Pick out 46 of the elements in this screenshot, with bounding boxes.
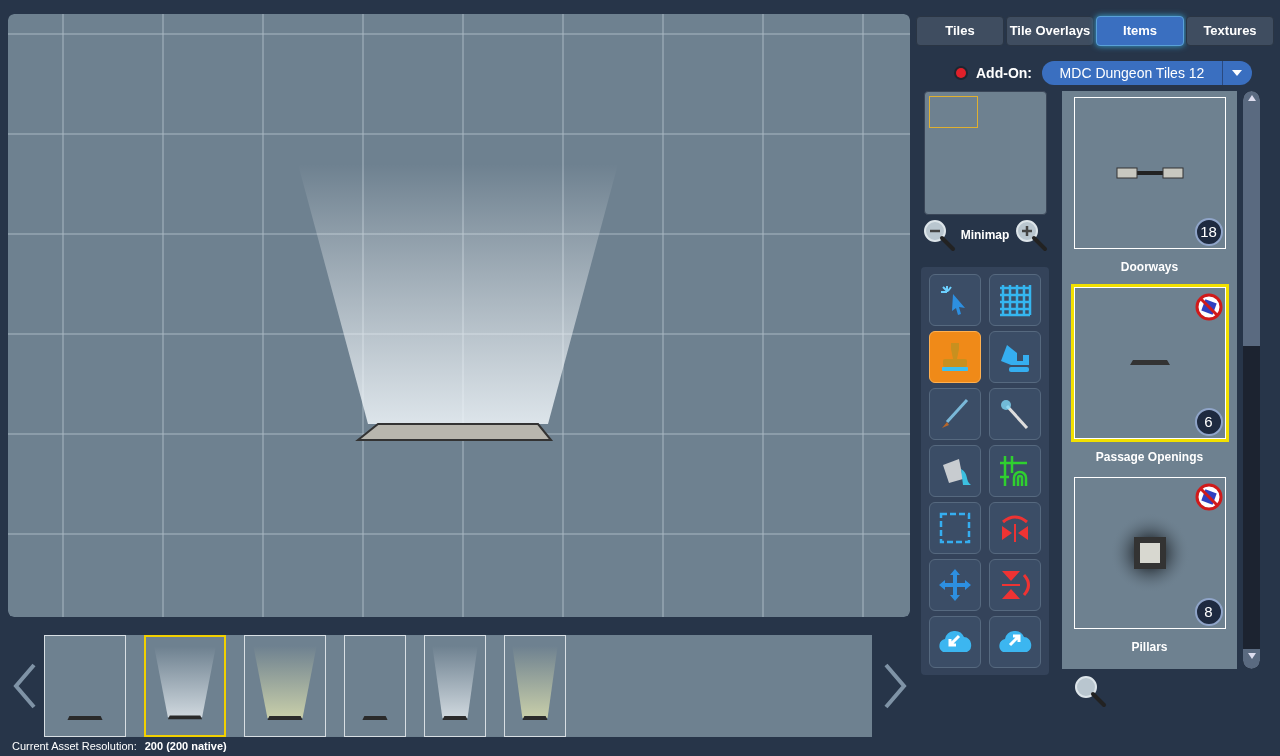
marquee-select-icon	[937, 510, 973, 546]
viewport-frame	[928, 96, 978, 128]
tool-button[interactable]	[929, 559, 981, 611]
status-value: 200 (200 native)	[144, 739, 227, 755]
tool-button[interactable]	[989, 331, 1041, 383]
count-badge: 8	[1194, 598, 1223, 626]
zoom-in-icon[interactable]	[1013, 217, 1050, 253]
opening-drawing	[1129, 360, 1170, 366]
variant-thumbnail[interactable]	[504, 635, 566, 737]
scroll-up-icon[interactable]	[1247, 95, 1256, 101]
item-label: Passage Openings	[1095, 449, 1204, 466]
tab[interactable]: Tile Overlays	[1006, 16, 1094, 46]
search-icon[interactable]	[1072, 673, 1108, 709]
tool-button[interactable]	[929, 502, 981, 554]
tab[interactable]: Items	[1096, 16, 1184, 46]
grid-icon	[997, 282, 1033, 318]
minimap-label: Minimap	[960, 227, 1010, 244]
tool-button[interactable]	[989, 274, 1041, 326]
tool-button[interactable]	[989, 388, 1041, 440]
scrollbar[interactable]	[1243, 91, 1260, 669]
tool-button[interactable]	[929, 616, 981, 668]
variant-thumbnail[interactable]	[424, 635, 486, 737]
item-card[interactable]: 6	[1070, 284, 1229, 442]
variant-thumbnail[interactable]	[244, 635, 326, 737]
tab[interactable]: Tiles	[916, 16, 1004, 46]
variant-thumbnail[interactable]	[44, 635, 126, 737]
tool-button[interactable]	[989, 616, 1041, 668]
count-badge: 6	[1194, 408, 1223, 436]
variant-thumbnail[interactable]	[144, 635, 226, 737]
item-label: Doorways	[1120, 259, 1179, 276]
item-card[interactable]: 18	[1070, 94, 1229, 252]
tool-button[interactable]	[929, 388, 981, 440]
tool-button[interactable]	[989, 445, 1041, 497]
item-card[interactable]: 8	[1070, 474, 1229, 632]
status-label: Current Asset Resolution:	[12, 739, 137, 755]
tool-button[interactable]	[929, 445, 981, 497]
addon-dropdown[interactable]: MDC Dungeon Tiles 12	[1042, 61, 1252, 85]
move-arrows-icon	[937, 567, 973, 603]
caret-icon	[1232, 70, 1243, 76]
variant-thumbnail[interactable]	[344, 635, 406, 737]
addon-label: Add-On:	[976, 63, 1032, 83]
tab[interactable]: Textures	[1186, 16, 1274, 46]
count-badge: 18	[1194, 218, 1223, 246]
tool-button[interactable]	[929, 274, 981, 326]
item-label: Pillars	[1131, 639, 1168, 656]
scroll-down-icon[interactable]	[1247, 653, 1256, 659]
